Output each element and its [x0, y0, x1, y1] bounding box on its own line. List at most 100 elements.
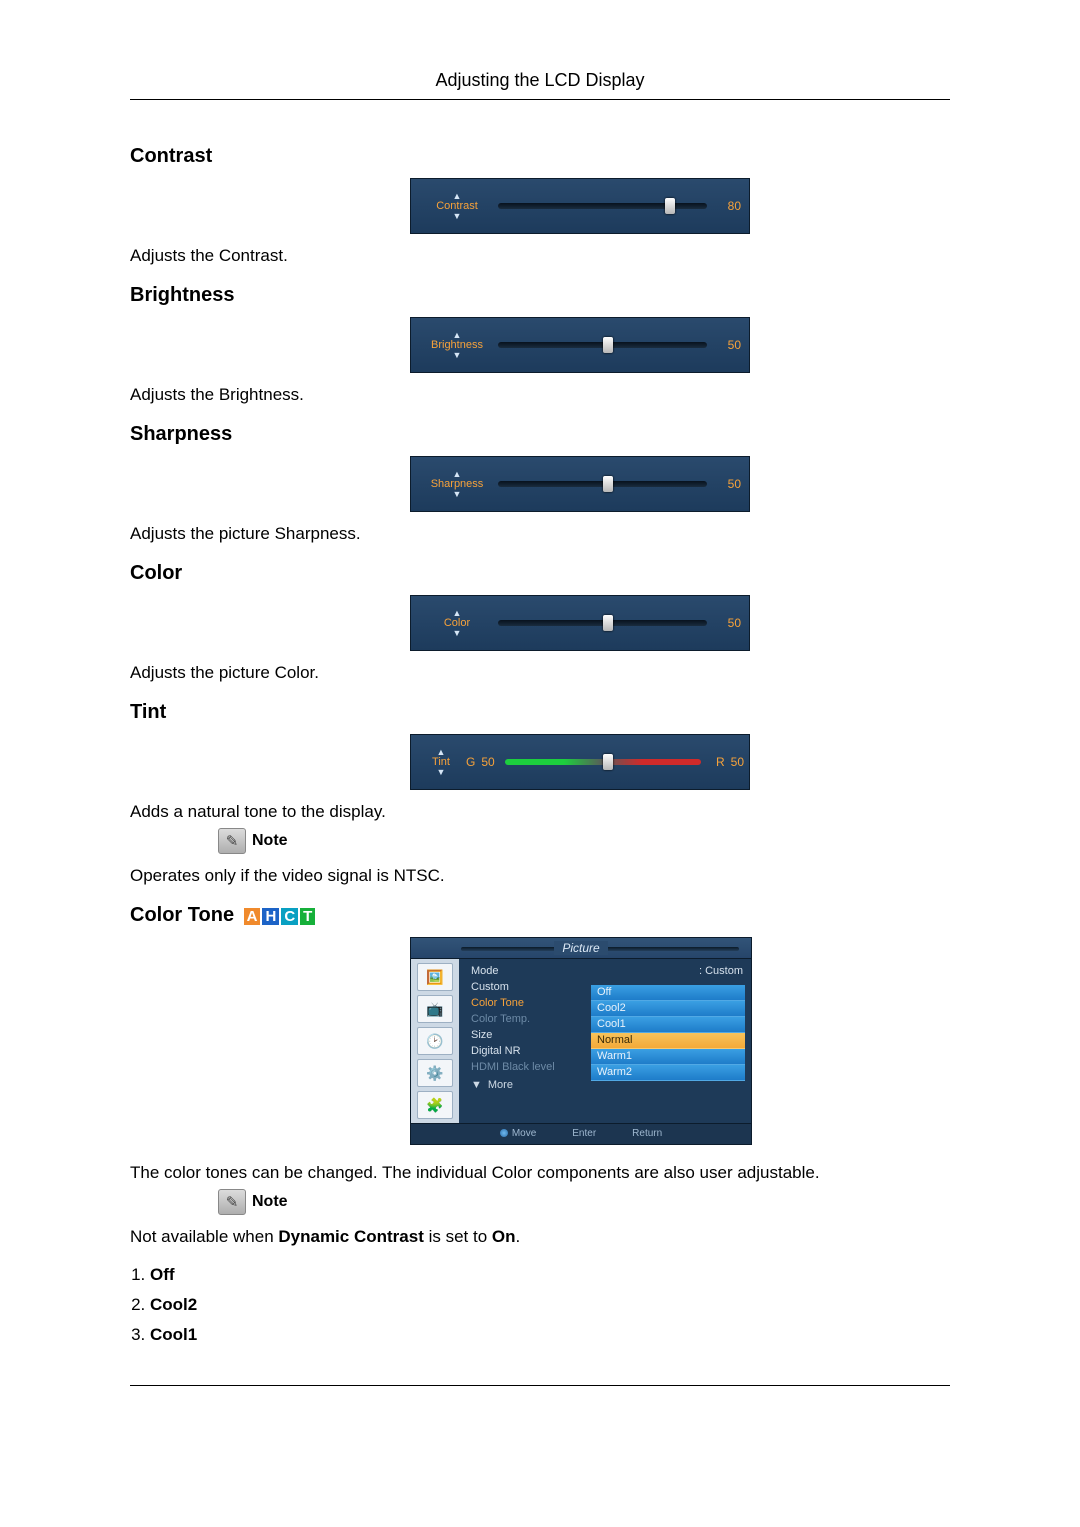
note-icon: ✎ [218, 1189, 246, 1215]
arrow-down-icon: ▼ [453, 212, 462, 221]
input-source-tags: AHCT [244, 908, 316, 925]
arrow-down-icon: ▼ [437, 768, 446, 777]
menu-list: Mode: Custom Custom Color Tone: Color Te… [459, 959, 751, 1123]
footer-separator [130, 1385, 950, 1386]
osd-label-column: ▲ Color ▼ [421, 609, 493, 638]
slider-thumb[interactable] [603, 337, 613, 353]
dropdown-item-warm2[interactable]: Warm2 [591, 1065, 745, 1081]
color-tone-dropdown[interactable]: Off Cool2 Cool1 Normal Warm1 Warm2 [591, 985, 745, 1081]
osd-track[interactable] [505, 756, 701, 768]
footer-return: Return [620, 1128, 662, 1139]
list-item: Cool1 [150, 1325, 950, 1345]
color-tone-description: The color tones can be changed. The indi… [130, 1163, 950, 1183]
tint-right-letter: R [716, 755, 725, 769]
option-cool1: Cool1 [150, 1325, 197, 1344]
footer-enter: Enter [560, 1128, 596, 1139]
menu-icon-setup[interactable]: ⚙️ [417, 1059, 453, 1087]
section-heading-color: Color [130, 562, 950, 585]
page-header-title: Adjusting the LCD Display [130, 70, 950, 100]
osd-slider-brightness[interactable]: ▲ Brightness ▼ 50 [410, 317, 750, 373]
slider-track [498, 203, 707, 209]
tint-left-letter: G [466, 755, 475, 769]
arrow-down-icon: ▼ [453, 351, 462, 360]
note-label: Note [252, 1193, 288, 1211]
caret-down-icon: ▼ [471, 1079, 482, 1091]
osd-track[interactable] [498, 478, 707, 490]
dropdown-item-cool1[interactable]: Cool1 [591, 1017, 745, 1033]
osd-track[interactable] [498, 617, 707, 629]
osd-slider-color[interactable]: ▲ Color ▼ 50 [410, 595, 750, 651]
slider-thumb[interactable] [603, 754, 613, 770]
note-text-part: Not available when [130, 1227, 278, 1246]
osd-value: 50 [717, 477, 741, 491]
arrow-down-icon: ▼ [453, 490, 462, 499]
osd-slider-sharpness[interactable]: ▲ Sharpness ▼ 50 [410, 456, 750, 512]
osd-track[interactable] [498, 200, 707, 212]
color-tone-note-text: Not available when Dynamic Contrast is s… [130, 1227, 950, 1247]
osd-slider-label: Brightness [431, 340, 483, 351]
tint-description: Adds a natural tone to the display. [130, 802, 950, 822]
menu-icon-time[interactable]: 🕑 [417, 1027, 453, 1055]
dropdown-item-off[interactable]: Off [591, 985, 745, 1001]
tag-t-icon: T [300, 908, 315, 925]
osd-track[interactable] [498, 339, 707, 351]
menu-icon-picture[interactable]: 🖼️ [417, 963, 453, 991]
brightness-description: Adjusts the Brightness. [130, 385, 950, 405]
osd-label-column: ▲ Contrast ▼ [421, 192, 493, 221]
osd-value: 80 [717, 199, 741, 213]
tint-left-value: G 50 [466, 755, 495, 769]
osd-label-column: ▲ Tint ▼ [421, 748, 461, 777]
option-off: Off [150, 1265, 175, 1284]
note-text-bold: On [492, 1227, 516, 1246]
menu-icon-input[interactable]: 📺 [417, 995, 453, 1023]
tag-a-icon: A [244, 908, 261, 925]
note-text-bold: Dynamic Contrast [278, 1227, 423, 1246]
menu-icon-multi[interactable]: 🧩 [417, 1091, 453, 1119]
dropdown-item-normal[interactable]: Normal [591, 1033, 745, 1049]
osd-slider-label: Sharpness [431, 479, 484, 490]
more-label: More [488, 1079, 513, 1091]
section-heading-sharpness: Sharpness [130, 423, 950, 446]
sharpness-description: Adjusts the picture Sharpness. [130, 524, 950, 544]
osd-slider-contrast[interactable]: ▲ Contrast ▼ 80 [410, 178, 750, 234]
menu-row-value: : Custom [699, 965, 743, 977]
menu-row-mode[interactable]: Mode: Custom [471, 963, 743, 979]
slider-thumb[interactable] [603, 476, 613, 492]
osd-menu-picture[interactable]: Picture 🖼️ 📺 🕑 ⚙️ 🧩 Mode: Custom Custom … [410, 937, 752, 1145]
menu-body: 🖼️ 📺 🕑 ⚙️ 🧩 Mode: Custom Custom Color To… [411, 959, 751, 1123]
color-tone-note-row: ✎ Note [218, 1189, 950, 1215]
note-text-part: . [516, 1227, 521, 1246]
osd-value: 50 [717, 338, 741, 352]
section-heading-brightness: Brightness [130, 284, 950, 307]
osd-slider-tint[interactable]: ▲ Tint ▼ G 50 R 50 [410, 734, 750, 790]
color-description: Adjusts the picture Color. [130, 663, 950, 683]
tint-right-value: R 50 [716, 755, 744, 769]
page: Adjusting the LCD Display Contrast ▲ Con… [0, 0, 1080, 1446]
menu-title-text: Picture [554, 941, 607, 955]
menu-icon-column: 🖼️ 📺 🕑 ⚙️ 🧩 [411, 959, 459, 1123]
osd-slider-label: Contrast [436, 201, 478, 212]
section-heading-color-tone: Color Tone AHCT [130, 904, 950, 927]
tint-right-number: 50 [731, 755, 744, 769]
arrow-down-icon: ▼ [453, 629, 462, 638]
tag-h-icon: H [262, 908, 279, 925]
list-item: Cool2 [150, 1295, 950, 1315]
note-label: Note [252, 832, 288, 850]
osd-slider-label: Color [444, 618, 470, 629]
section-heading-contrast: Contrast [130, 145, 950, 168]
color-tone-heading-text: Color Tone [130, 904, 234, 926]
slider-thumb[interactable] [665, 198, 675, 214]
slider-thumb[interactable] [603, 615, 613, 631]
color-tone-options-list: Off Cool2 Cool1 [130, 1265, 950, 1345]
dropdown-item-warm1[interactable]: Warm1 [591, 1049, 745, 1065]
tint-note-text: Operates only if the video signal is NTS… [130, 866, 950, 886]
dropdown-item-cool2[interactable]: Cool2 [591, 1001, 745, 1017]
note-text-part: is set to [424, 1227, 492, 1246]
osd-slider-label: Tint [432, 757, 450, 768]
section-heading-tint: Tint [130, 701, 950, 724]
menu-row-key: Mode [471, 965, 699, 977]
osd-label-column: ▲ Brightness ▼ [421, 331, 493, 360]
tint-note-row: ✎ Note [218, 828, 950, 854]
list-item: Off [150, 1265, 950, 1285]
osd-value: 50 [717, 616, 741, 630]
